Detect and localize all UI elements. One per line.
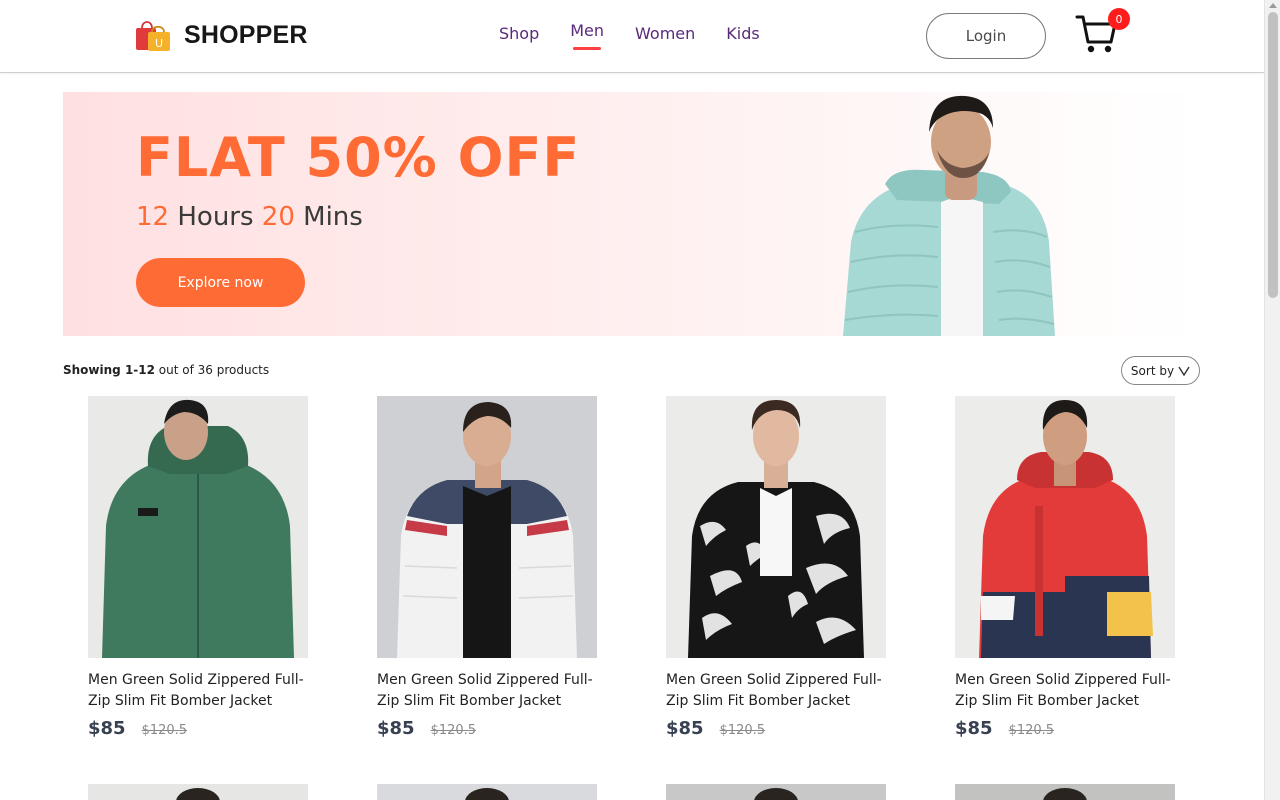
nav-item-shop[interactable]: Shop	[499, 24, 539, 43]
countdown-mins-label: Mins	[294, 202, 363, 232]
product-new-price: $85	[88, 718, 126, 739]
nav-item-women[interactable]: Women	[635, 24, 695, 43]
sort-label: Sort by	[1130, 363, 1175, 378]
results-range: Showing 1-12	[63, 363, 155, 377]
product-prices: $85 $120.5	[666, 718, 886, 739]
banner-countdown: 12 Hours 20 Mins	[136, 202, 363, 232]
product-card[interactable]: Men Green Solid Zippered Full-Zip Slim F…	[88, 396, 308, 739]
product-prices: $85 $120.5	[955, 718, 1175, 739]
page-scrollbar[interactable]	[1264, 0, 1280, 800]
banner-model-image	[843, 95, 1055, 336]
scrollbar-thumb[interactable]	[1268, 12, 1278, 298]
product-image	[88, 784, 308, 800]
product-card[interactable]: Men Green Solid Zippered Full-Zip Slim F…	[955, 396, 1175, 739]
results-count: Showing 1-12 out of 36 products	[63, 363, 269, 377]
product-card-partial[interactable]	[377, 784, 597, 800]
explore-now-button[interactable]: Explore now	[136, 258, 305, 307]
navbar: U SHOPPER Shop Men Women Kids Login 0	[0, 0, 1264, 73]
logo-bag-letter: U	[155, 37, 163, 50]
cart-button[interactable]: 0	[1075, 8, 1131, 56]
product-card-partial[interactable]	[88, 784, 308, 800]
product-image	[377, 784, 597, 800]
product-name[interactable]: Men Green Solid Zippered Full-Zip Slim F…	[666, 670, 886, 712]
shopping-bag-icon: U	[136, 21, 170, 51]
chevron-down-icon	[1178, 366, 1190, 376]
product-card[interactable]: Men Green Solid Zippered Full-Zip Slim F…	[377, 396, 597, 739]
product-old-price: $120.5	[719, 723, 766, 738]
product-prices: $85 $120.5	[88, 718, 308, 739]
product-image	[955, 784, 1175, 800]
product-new-price: $85	[377, 718, 415, 739]
product-image	[955, 396, 1175, 658]
nav-item-men[interactable]: Men	[570, 21, 604, 50]
main-nav: Shop Men Women Kids	[499, 21, 760, 50]
sort-dropdown[interactable]: Sort by	[1121, 356, 1200, 385]
product-card[interactable]: Men Green Solid Zippered Full-Zip Slim F…	[666, 396, 886, 739]
product-card-partial[interactable]	[666, 784, 886, 800]
product-image	[666, 396, 886, 658]
scroll-up-arrow-icon[interactable]	[1269, 3, 1277, 8]
countdown-hours-label: Hours	[169, 202, 262, 232]
banner-title: FLAT 50% OFF	[136, 126, 581, 189]
product-new-price: $85	[955, 718, 993, 739]
brand-name: SHOPPER	[184, 20, 308, 49]
product-old-price: $120.5	[430, 723, 477, 738]
product-prices: $85 $120.5	[377, 718, 597, 739]
product-old-price: $120.5	[141, 723, 188, 738]
product-new-price: $85	[666, 718, 704, 739]
cart-count-badge: 0	[1108, 8, 1130, 30]
logo[interactable]: U SHOPPER	[134, 16, 308, 54]
product-name[interactable]: Men Green Solid Zippered Full-Zip Slim F…	[955, 670, 1175, 712]
product-name[interactable]: Men Green Solid Zippered Full-Zip Slim F…	[88, 670, 308, 712]
product-name[interactable]: Men Green Solid Zippered Full-Zip Slim F…	[377, 670, 597, 712]
promo-banner: FLAT 50% OFF 12 Hours 20 Mins Explore no…	[63, 92, 1200, 336]
product-card-partial[interactable]	[955, 784, 1175, 800]
login-button[interactable]: Login	[926, 13, 1046, 59]
product-image	[377, 396, 597, 658]
nav-item-kids[interactable]: Kids	[726, 24, 759, 43]
results-total: out of 36 products	[154, 363, 270, 377]
product-image	[666, 784, 886, 800]
countdown-hours-value: 12	[136, 202, 170, 232]
countdown-mins-value: 20	[261, 202, 295, 232]
product-old-price: $120.5	[1008, 723, 1055, 738]
product-image	[88, 396, 308, 658]
